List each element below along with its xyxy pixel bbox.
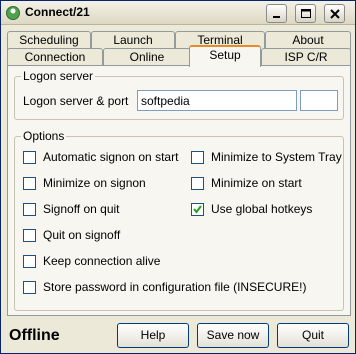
label-use-global-hotkeys: Use global hotkeys: [211, 202, 313, 216]
quit-button[interactable]: Quit: [277, 323, 349, 348]
logon-server-label: Logon server & port: [23, 94, 129, 108]
close-button[interactable]: [324, 4, 345, 23]
tab-setup[interactable]: Setup: [189, 45, 261, 67]
title-bar[interactable]: Connect/21: [1, 1, 355, 25]
logon-server-input[interactable]: [137, 90, 297, 111]
app-icon: [6, 6, 20, 20]
label-automatic-signon: Automatic signon on start: [43, 150, 179, 164]
minimize-button[interactable]: [266, 4, 287, 23]
checkbox-quit-on-signoff[interactable]: [23, 229, 36, 242]
logon-port-input[interactable]: [300, 90, 338, 111]
label-quit-on-signoff: Quit on signoff: [43, 228, 121, 242]
label-minimize-to-tray: Minimize to System Tray: [211, 150, 342, 164]
logon-group-title: Logon server: [21, 69, 96, 83]
app-window: Connect/21 Scheduling Launch Terminal Ab…: [0, 0, 356, 354]
checkbox-minimize-on-start[interactable]: [191, 177, 204, 190]
minimize-icon: [273, 16, 280, 18]
checkbox-use-global-hotkeys[interactable]: [191, 203, 204, 216]
checkbox-minimize-to-tray[interactable]: [191, 151, 204, 164]
checkmark-icon: [193, 205, 202, 214]
close-icon: [330, 9, 340, 19]
checkbox-signoff-on-quit[interactable]: [23, 203, 36, 216]
label-store-password: Store password in configuration file (IN…: [43, 280, 307, 294]
label-minimize-on-start: Minimize on start: [211, 176, 302, 190]
options-group-title: Options: [21, 129, 67, 143]
checkbox-automatic-signon[interactable]: [23, 151, 36, 164]
maximize-icon: [301, 9, 311, 18]
label-signoff-on-quit: Signoff on quit: [43, 202, 120, 216]
setup-panel: Logon server Logon server & port Options…: [7, 65, 351, 316]
connection-status: Offline: [9, 327, 60, 344]
options-group: Options Automatic signon on start Minimi…: [14, 129, 344, 311]
checkbox-minimize-on-signon[interactable]: [23, 177, 36, 190]
window-title: Connect/21: [25, 5, 90, 19]
label-minimize-on-signon: Minimize on signon: [43, 176, 146, 190]
save-now-button[interactable]: Save now: [197, 323, 269, 348]
logon-server-group: Logon server Logon server & port: [14, 69, 344, 120]
help-button[interactable]: Help: [117, 323, 189, 348]
checkbox-store-password[interactable]: [23, 281, 36, 294]
checkbox-keep-connection-alive[interactable]: [23, 255, 36, 268]
label-keep-connection-alive: Keep connection alive: [43, 254, 161, 268]
maximize-button[interactable]: [295, 4, 316, 23]
